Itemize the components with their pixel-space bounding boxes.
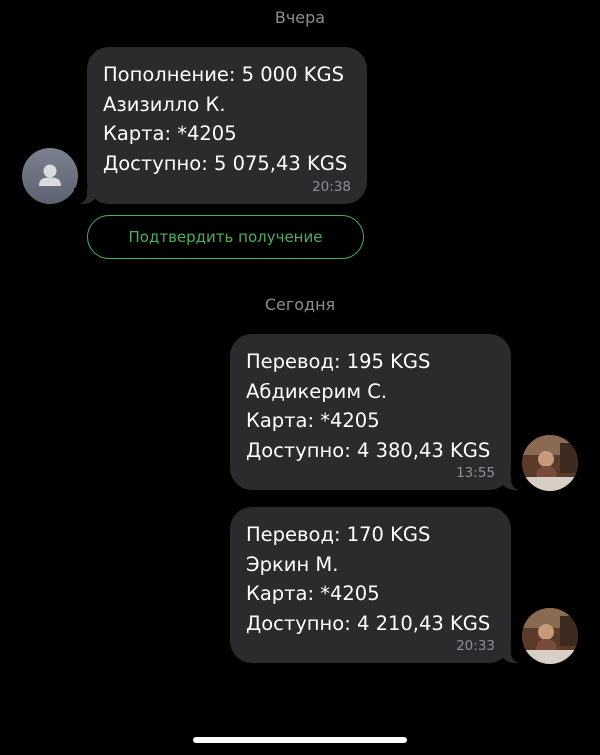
message-line: Пополнение: 5 000 KGS bbox=[103, 63, 344, 86]
message-line: Эркин М. bbox=[246, 552, 339, 576]
message-line: Абдикерим С. bbox=[246, 379, 388, 403]
sender-avatar[interactable] bbox=[22, 148, 78, 204]
bubble-tail bbox=[74, 188, 98, 204]
message-line: Карта: *4205 bbox=[246, 582, 380, 605]
bubble-tail bbox=[500, 647, 524, 663]
bubble-tail bbox=[500, 474, 524, 490]
user-photo bbox=[522, 608, 578, 664]
home-indicator[interactable] bbox=[193, 737, 407, 743]
message-line: Доступно: 5 075,43 KGS bbox=[103, 151, 348, 175]
confirm-receipt-button[interactable]: Подтвердить получение bbox=[87, 215, 364, 259]
message-time: 13:55 bbox=[456, 465, 495, 481]
message-line: Карта: *4205 bbox=[103, 122, 237, 145]
message-bubble-incoming[interactable]: Пополнение: 5 000 KGS Азизилло К. Карта:… bbox=[74, 47, 367, 204]
message-line: Азизилло К. bbox=[103, 92, 226, 116]
message-line: Карта: *4205 bbox=[246, 409, 380, 432]
message-line: Перевод: 195 KGS bbox=[246, 350, 431, 373]
message-line: Доступно: 4 380,43 KGS bbox=[246, 438, 491, 462]
message-bubble-outgoing[interactable]: Перевод: 195 KGS Абдикерим С. Карта: *42… bbox=[230, 334, 524, 490]
message-time: 20:33 bbox=[456, 638, 495, 654]
date-separator-yesterday: Вчера bbox=[274, 8, 326, 27]
message-line: Перевод: 170 KGS bbox=[246, 523, 431, 546]
message-time: 20:38 bbox=[312, 179, 351, 195]
user-photo bbox=[522, 435, 578, 491]
date-separator-today: Сегодня bbox=[264, 295, 336, 314]
message-bubble-outgoing[interactable]: Перевод: 170 KGS Эркин М. Карта: *4205 Д… bbox=[230, 507, 524, 663]
user-avatar[interactable] bbox=[522, 435, 578, 491]
person-silhouette-icon bbox=[39, 164, 61, 186]
message-line: Доступно: 4 210,43 KGS bbox=[246, 611, 491, 635]
user-avatar[interactable] bbox=[522, 608, 578, 664]
